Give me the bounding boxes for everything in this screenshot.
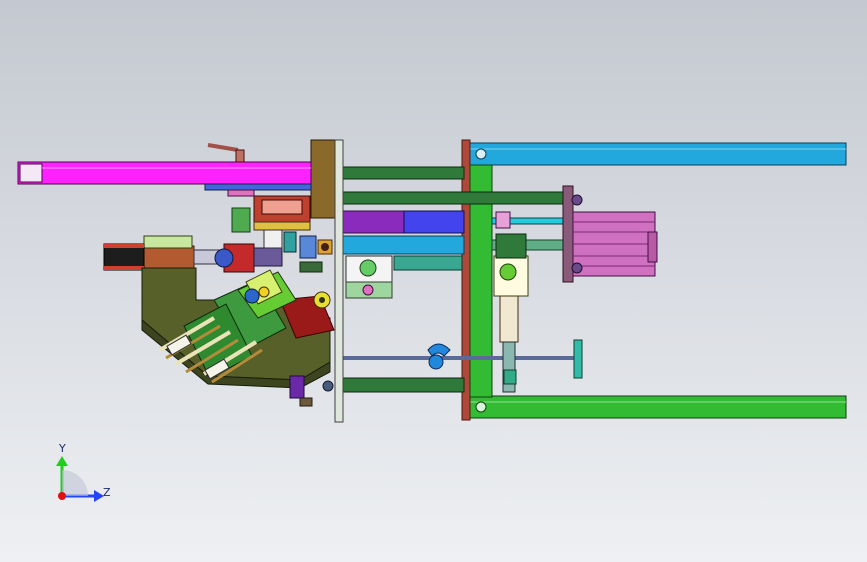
cyan-rod bbox=[341, 235, 465, 255]
dark-green-rod-bottom bbox=[341, 377, 465, 393]
triad-z-axis-label: Z bbox=[103, 486, 111, 499]
green-bottom-beam bbox=[465, 395, 847, 419]
cyan-beam-bolt bbox=[475, 148, 487, 160]
blue-rod-section bbox=[403, 210, 465, 234]
small-green-block bbox=[231, 207, 251, 233]
thin-vertical-plate bbox=[334, 139, 344, 423]
machine-assembly-model[interactable] bbox=[0, 0, 867, 562]
motor-flange bbox=[562, 185, 574, 283]
motor-end-cap bbox=[647, 231, 658, 263]
dark-green-rod-top bbox=[341, 166, 465, 180]
blue-bar-under-beam bbox=[204, 183, 312, 191]
cyan-top-beam bbox=[465, 142, 847, 166]
round-knob bbox=[573, 339, 583, 379]
pink-stub bbox=[495, 211, 511, 229]
cad-viewport[interactable]: Y Z bbox=[0, 0, 867, 562]
olive-base-plate bbox=[141, 245, 195, 269]
lever-handle bbox=[207, 143, 239, 152]
green-beam-bolt bbox=[475, 401, 487, 413]
light-green-valve bbox=[143, 235, 193, 249]
triad-y-axis-label: Y bbox=[59, 442, 66, 455]
purple-lower-rods bbox=[289, 375, 305, 399]
coordinate-triad bbox=[56, 456, 104, 502]
teal-connector bbox=[393, 255, 463, 271]
dark-green-rod-2 bbox=[341, 191, 565, 205]
green-slider-head bbox=[495, 233, 527, 259]
magenta-beam bbox=[17, 161, 312, 185]
gold-vertical-block bbox=[310, 139, 336, 219]
blue-hook bbox=[427, 343, 451, 357]
vertical-shaft bbox=[499, 295, 519, 343]
